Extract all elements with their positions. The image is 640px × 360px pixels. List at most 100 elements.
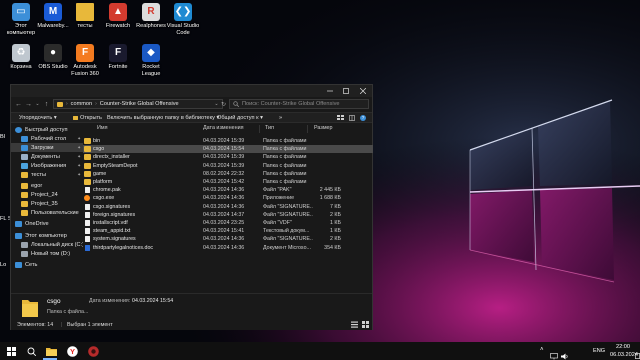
desktop-shortcut-malwarebytes[interactable]: M Malwareby... [36, 3, 70, 30]
tray-overflow-button[interactable]: ˄ [540, 347, 544, 353]
clock-date[interactable]: 06.03.2024 [610, 352, 638, 358]
nav-item[interactable]: Новый том (D:) [11, 249, 83, 258]
nav-item[interactable]: Быстрый доступ [11, 125, 83, 134]
vscode-icon: ❮❯ [174, 3, 192, 21]
file-row[interactable]: csgo 04.03.2024 15:54 Папка с файлами [83, 145, 373, 154]
breadcrumb-current[interactable]: Counter-Strike Global Offensive [100, 101, 179, 107]
desktop-shortcut-label: Autodesk Fusion 360 [71, 64, 99, 77]
file-name: platform [93, 179, 113, 185]
file-row[interactable]: platform 04.03.2024 15:42 Папка с файлами [83, 178, 373, 186]
file-explorer-icon [45, 347, 57, 356]
nav-item[interactable]: тесты ✦ [11, 170, 83, 179]
maximize-button[interactable] [338, 85, 354, 97]
volume-button[interactable] [561, 347, 569, 360]
recent-locations-button[interactable]: ⌄ [33, 99, 42, 109]
desktop-shortcut-fortnite[interactable]: F Fortnite [101, 44, 135, 71]
network-button[interactable] [550, 347, 558, 360]
breadcrumb-common[interactable]: common [71, 101, 92, 107]
view-options-button[interactable] [337, 115, 345, 123]
desktop-shortcut-tests[interactable]: тесты [68, 3, 102, 30]
nav-item[interactable]: OneDrive [11, 219, 83, 228]
desktop-shortcut-realphones[interactable]: R Realphones [134, 3, 168, 30]
notifications-button[interactable] [635, 347, 640, 360]
nav-item[interactable]: Этот компьютер [11, 231, 83, 240]
details-view-button[interactable] [351, 321, 358, 330]
file-row[interactable]: system.signatures 04.03.2024 14:36 Файл "S… [83, 235, 373, 243]
clock-time[interactable]: 22:00 [616, 344, 630, 350]
search-input[interactable] [242, 101, 367, 107]
file-date: 04.03.2024 14:37 [203, 211, 245, 218]
nav-item[interactable]: Изображения ✦ [11, 161, 83, 170]
taskbar-yandex-browser[interactable]: Y [65, 344, 79, 358]
desktop-shortcut-label: тесты [77, 23, 93, 29]
open-button[interactable]: Открыть [73, 115, 102, 121]
column-divider[interactable] [259, 125, 260, 133]
file-row[interactable]: steam_appid.txt 04.03.2024 15:41 Текстовый… [83, 227, 373, 235]
share-with-button[interactable]: Общий доступ к ▾ [217, 115, 263, 121]
desktop-shortcut-obs[interactable]: ● OBS Studio [36, 44, 70, 71]
desktop-shortcut-firewatch[interactable]: ▲ Firewatch [101, 3, 135, 30]
nav-item[interactable]: Сеть [11, 260, 83, 269]
up-button[interactable]: ↑ [42, 99, 51, 109]
nav-item[interactable]: Project_24 [11, 190, 83, 199]
file-row[interactable]: csgo.signatures 04.03.2024 14:36 Файл "SIG… [83, 203, 373, 211]
back-button[interactable]: ← [14, 99, 23, 109]
nav-item[interactable]: Пользовательские [11, 208, 83, 217]
word-document-icon [85, 244, 90, 251]
app-icon [87, 345, 99, 357]
file-row[interactable]: bin 04.03.2024 15:39 Папка с файлами [83, 137, 373, 145]
forward-button[interactable]: → [24, 99, 33, 109]
address-bar[interactable]: › common › Counter-Strike Global Offensi… [53, 99, 223, 109]
close-button[interactable] [355, 85, 371, 97]
help-button[interactable]: ? [360, 115, 366, 121]
column-divider[interactable] [307, 125, 308, 133]
taskbar-file-explorer[interactable] [44, 344, 58, 358]
desktop-shortcut-vscode[interactable]: ❮❯ Visual Studio Code [166, 3, 200, 36]
file-row[interactable]: csgo.exe 04.03.2024 14:36 Приложение 1 688 … [83, 194, 373, 202]
file-name: steam_appid.txt [93, 228, 131, 235]
large-icons-view-button[interactable] [362, 321, 369, 330]
include-in-library-button[interactable]: Включить выбранную папку в библиотеку ▾ [107, 115, 219, 121]
file-row[interactable]: foreign.signatures 04.03.2024 14:37 Файл "… [83, 211, 373, 219]
column-header-name[interactable]: Имя [97, 125, 108, 131]
refresh-button[interactable]: ↻ [219, 99, 228, 109]
file-icon [85, 236, 90, 243]
file-row[interactable]: EmptySteamDepot 04.03.2024 15:39 Папка с ф… [83, 162, 373, 170]
desktop-shortcut-rocket-league[interactable]: ◆ Rocket League [134, 44, 168, 77]
nav-item[interactable]: Загрузки ✦ [11, 143, 83, 152]
minimize-button[interactable] [322, 85, 338, 97]
more-commands-button[interactable]: » [279, 115, 282, 121]
file-name: thirdpartylegalnotices.doc [93, 244, 154, 251]
file-row[interactable]: chrome.pak 04.03.2024 14:36 Файл "PAK" 2 44… [83, 186, 373, 194]
search-box[interactable] [229, 99, 369, 109]
nav-item[interactable]: Локальный диск (C:) [11, 240, 83, 249]
language-indicator[interactable]: ENG [593, 348, 605, 354]
nav-item[interactable]: Рабочий стол ✦ [11, 134, 83, 143]
file-explorer-window[interactable]: ← → ⌄ ↑ › common › Counter-Strike Global… [10, 84, 373, 330]
column-header-date[interactable]: Дата изменения [203, 125, 244, 131]
taskbar-app[interactable] [86, 344, 100, 358]
desktop-shortcut-recycle-bin[interactable]: ♻ Корзина [4, 44, 38, 71]
nav-item[interactable]: egor [11, 181, 83, 190]
desktop-shortcut-fusion[interactable]: F Autodesk Fusion 360 [68, 44, 102, 77]
file-row[interactable]: installscript.vdf 04.03.2024 23:25 Файл "V… [83, 219, 373, 227]
file-row[interactable]: directx_installer 04.03.2024 15:39 Папка с… [83, 153, 373, 161]
nav-item[interactable]: Project_35 [11, 199, 83, 208]
start-button[interactable] [4, 344, 18, 358]
search-button[interactable] [24, 344, 38, 358]
desktop-shortcut-this-pc[interactable]: ▭ Этот компьютер [4, 3, 38, 36]
folder-icon [76, 3, 94, 21]
file-row[interactable]: game 08.02.2024 22:32 Папка с файлами [83, 170, 373, 178]
column-header-type[interactable]: Тип [265, 125, 274, 131]
title-bar[interactable] [11, 85, 372, 97]
preview-pane-button[interactable] [349, 115, 355, 123]
file-type: Папка с файлами [263, 162, 307, 169]
chevron-down-icon: ⌄ [214, 101, 219, 107]
arrow-up-icon: ↑ [44, 100, 49, 108]
organize-button[interactable]: Упорядочить ▾ [19, 115, 57, 121]
nav-item[interactable]: Документы ✦ [11, 152, 83, 161]
file-date: 04.03.2024 14:36 [203, 236, 245, 243]
file-row[interactable]: thirdpartylegalnotices.doc 04.03.2024 14:… [83, 244, 373, 252]
column-header-size[interactable]: Размер [314, 125, 333, 131]
file-list[interactable]: Имя Дата изменения Тип Размер bin 04.03.2… [83, 123, 373, 280]
